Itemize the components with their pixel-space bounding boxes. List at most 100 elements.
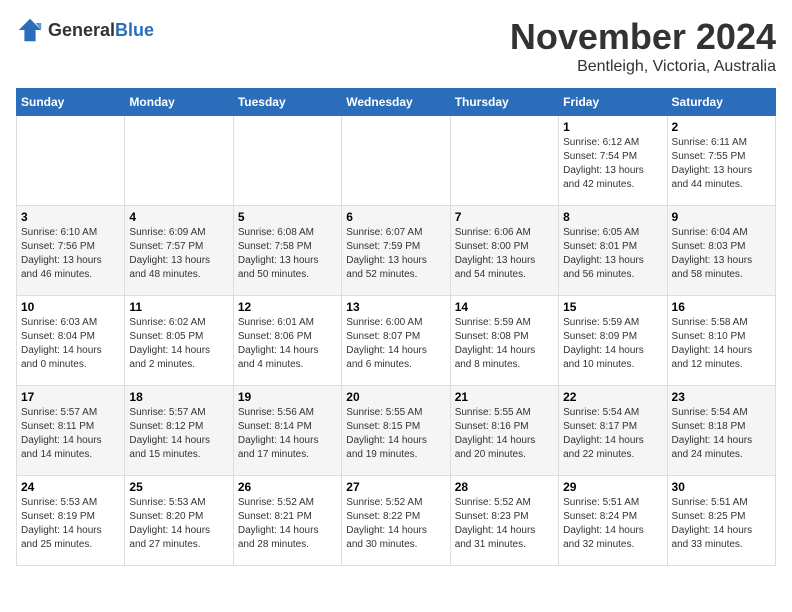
- day-number: 19: [238, 390, 337, 404]
- calendar-cell: 28 Sunrise: 5:52 AM Sunset: 8:23 PM Dayli…: [450, 476, 558, 566]
- logo-icon: [16, 16, 44, 44]
- calendar-cell: 7 Sunrise: 6:06 AM Sunset: 8:00 PM Daylig…: [450, 206, 558, 296]
- calendar-cell: 12Sunrise: 6:01 AM Sunset: 8:06 PM Dayli…: [233, 296, 341, 386]
- calendar-cell: 13 Sunrise: 6:00 AM Sunset: 8:07 PM Dayli…: [342, 296, 450, 386]
- calendar-week-row: 10 Sunrise: 6:03 AM Sunset: 8:04 PM Dayli…: [17, 296, 776, 386]
- day-number: 7: [455, 210, 554, 224]
- calendar-cell: 15 Sunrise: 5:59 AM Sunset: 8:09 PM Dayli…: [559, 296, 667, 386]
- day-number: 10: [21, 300, 120, 314]
- calendar-cell: 30Sunrise: 5:51 AM Sunset: 8:25 PM Dayli…: [667, 476, 775, 566]
- title-area: November 2024 Bentleigh, Victoria, Austr…: [510, 16, 776, 76]
- day-info: Sunrise: 5:54 AM Sunset: 8:18 PM Dayligh…: [672, 406, 771, 462]
- day-info: Sunrise: 5:52 AM Sunset: 8:21 PM Dayligh…: [238, 496, 337, 552]
- calendar-cell: 26 Sunrise: 5:52 AM Sunset: 8:21 PM Dayli…: [233, 476, 341, 566]
- day-info: Sunrise: 5:57 AM Sunset: 8:11 PM Dayligh…: [21, 406, 120, 462]
- calendar-cell: 6 Sunrise: 6:07 AM Sunset: 7:59 PM Daylig…: [342, 206, 450, 296]
- day-number: 5: [238, 210, 337, 224]
- day-info: Sunrise: 5:52 AM Sunset: 8:23 PM Dayligh…: [455, 496, 554, 552]
- header-day-tuesday: Tuesday: [233, 89, 341, 116]
- location-title: Bentleigh, Victoria, Australia: [510, 58, 776, 76]
- calendar-cell: 10 Sunrise: 6:03 AM Sunset: 8:04 PM Dayli…: [17, 296, 125, 386]
- day-info: Sunrise: 6:09 AM Sunset: 7:57 PM Dayligh…: [129, 226, 228, 282]
- day-number: 9: [672, 210, 771, 224]
- day-number: 2: [672, 120, 771, 134]
- day-info: Sunrise: 5:53 AM Sunset: 8:19 PM Dayligh…: [21, 496, 120, 552]
- calendar-cell: [17, 116, 125, 206]
- day-info: Sunrise: 6:01 AM Sunset: 8:06 PM Dayligh…: [238, 316, 337, 372]
- day-info: Sunrise: 5:58 AM Sunset: 8:10 PM Dayligh…: [672, 316, 771, 372]
- day-number: 22: [563, 390, 662, 404]
- calendar-cell: 9 Sunrise: 6:04 AM Sunset: 8:03 PM Daylig…: [667, 206, 775, 296]
- day-number: 18: [129, 390, 228, 404]
- calendar-cell: 4Sunrise: 6:09 AM Sunset: 7:57 PM Daylig…: [125, 206, 233, 296]
- day-info: Sunrise: 5:59 AM Sunset: 8:09 PM Dayligh…: [563, 316, 662, 372]
- calendar-cell: 20Sunrise: 5:55 AM Sunset: 8:15 PM Dayli…: [342, 386, 450, 476]
- calendar-cell: 1Sunrise: 6:12 AM Sunset: 7:54 PM Daylig…: [559, 116, 667, 206]
- logo: GeneralBlue: [16, 16, 154, 44]
- day-info: Sunrise: 6:03 AM Sunset: 8:04 PM Dayligh…: [21, 316, 120, 372]
- day-info: Sunrise: 5:54 AM Sunset: 8:17 PM Dayligh…: [563, 406, 662, 462]
- day-number: 28: [455, 480, 554, 494]
- day-number: 23: [672, 390, 771, 404]
- day-info: Sunrise: 6:10 AM Sunset: 7:56 PM Dayligh…: [21, 226, 120, 282]
- calendar-cell: [450, 116, 558, 206]
- calendar-cell: [342, 116, 450, 206]
- calendar-cell: 25 Sunrise: 5:53 AM Sunset: 8:20 PM Dayli…: [125, 476, 233, 566]
- month-title: November 2024: [510, 16, 776, 58]
- day-number: 20: [346, 390, 445, 404]
- calendar-cell: 18 Sunrise: 5:57 AM Sunset: 8:12 PM Dayli…: [125, 386, 233, 476]
- calendar-week-row: 24 Sunrise: 5:53 AM Sunset: 8:19 PM Dayli…: [17, 476, 776, 566]
- header-day-wednesday: Wednesday: [342, 89, 450, 116]
- day-info: Sunrise: 5:52 AM Sunset: 8:22 PM Dayligh…: [346, 496, 445, 552]
- day-info: Sunrise: 5:53 AM Sunset: 8:20 PM Dayligh…: [129, 496, 228, 552]
- header-day-saturday: Saturday: [667, 89, 775, 116]
- day-info: Sunrise: 5:59 AM Sunset: 8:08 PM Dayligh…: [455, 316, 554, 372]
- day-number: 13: [346, 300, 445, 314]
- calendar-cell: 29 Sunrise: 5:51 AM Sunset: 8:24 PM Dayli…: [559, 476, 667, 566]
- calendar-cell: 23 Sunrise: 5:54 AM Sunset: 8:18 PM Dayli…: [667, 386, 775, 476]
- day-number: 6: [346, 210, 445, 224]
- calendar-table: SundayMondayTuesdayWednesdayThursdayFrid…: [16, 88, 776, 566]
- calendar-cell: 17Sunrise: 5:57 AM Sunset: 8:11 PM Dayli…: [17, 386, 125, 476]
- calendar-cell: 21Sunrise: 5:55 AM Sunset: 8:16 PM Dayli…: [450, 386, 558, 476]
- day-info: Sunrise: 6:05 AM Sunset: 8:01 PM Dayligh…: [563, 226, 662, 282]
- calendar-header-row: SundayMondayTuesdayWednesdayThursdayFrid…: [17, 89, 776, 116]
- calendar-cell: 8 Sunrise: 6:05 AM Sunset: 8:01 PM Daylig…: [559, 206, 667, 296]
- day-number: 27: [346, 480, 445, 494]
- calendar-cell: 11 Sunrise: 6:02 AM Sunset: 8:05 PM Dayli…: [125, 296, 233, 386]
- calendar-week-row: 3 Sunrise: 6:10 AM Sunset: 7:56 PM Daylig…: [17, 206, 776, 296]
- day-number: 26: [238, 480, 337, 494]
- day-info: Sunrise: 6:04 AM Sunset: 8:03 PM Dayligh…: [672, 226, 771, 282]
- day-number: 11: [129, 300, 228, 314]
- calendar-cell: 5 Sunrise: 6:08 AM Sunset: 7:58 PM Daylig…: [233, 206, 341, 296]
- logo-general: General: [48, 20, 115, 40]
- calendar-cell: 24 Sunrise: 5:53 AM Sunset: 8:19 PM Dayli…: [17, 476, 125, 566]
- day-info: Sunrise: 5:57 AM Sunset: 8:12 PM Dayligh…: [129, 406, 228, 462]
- day-number: 15: [563, 300, 662, 314]
- day-number: 24: [21, 480, 120, 494]
- header-day-monday: Monday: [125, 89, 233, 116]
- day-info: Sunrise: 5:56 AM Sunset: 8:14 PM Dayligh…: [238, 406, 337, 462]
- calendar-cell: 27 Sunrise: 5:52 AM Sunset: 8:22 PM Dayli…: [342, 476, 450, 566]
- day-info: Sunrise: 6:08 AM Sunset: 7:58 PM Dayligh…: [238, 226, 337, 282]
- calendar-cell: 16Sunrise: 5:58 AM Sunset: 8:10 PM Dayli…: [667, 296, 775, 386]
- day-number: 25: [129, 480, 228, 494]
- day-info: Sunrise: 6:02 AM Sunset: 8:05 PM Dayligh…: [129, 316, 228, 372]
- header-day-thursday: Thursday: [450, 89, 558, 116]
- header: GeneralBlue November 2024 Bentleigh, Vic…: [16, 16, 776, 76]
- calendar-cell: [125, 116, 233, 206]
- day-info: Sunrise: 5:51 AM Sunset: 8:24 PM Dayligh…: [563, 496, 662, 552]
- day-info: Sunrise: 6:07 AM Sunset: 7:59 PM Dayligh…: [346, 226, 445, 282]
- day-number: 8: [563, 210, 662, 224]
- calendar-cell: 22 Sunrise: 5:54 AM Sunset: 8:17 PM Dayli…: [559, 386, 667, 476]
- day-number: 29: [563, 480, 662, 494]
- logo-blue: Blue: [115, 20, 154, 40]
- calendar-cell: 19 Sunrise: 5:56 AM Sunset: 8:14 PM Dayli…: [233, 386, 341, 476]
- calendar-cell: [233, 116, 341, 206]
- day-number: 30: [672, 480, 771, 494]
- day-info: Sunrise: 6:11 AM Sunset: 7:55 PM Dayligh…: [672, 136, 771, 192]
- day-info: Sunrise: 6:00 AM Sunset: 8:07 PM Dayligh…: [346, 316, 445, 372]
- day-number: 3: [21, 210, 120, 224]
- day-info: Sunrise: 6:06 AM Sunset: 8:00 PM Dayligh…: [455, 226, 554, 282]
- header-day-sunday: Sunday: [17, 89, 125, 116]
